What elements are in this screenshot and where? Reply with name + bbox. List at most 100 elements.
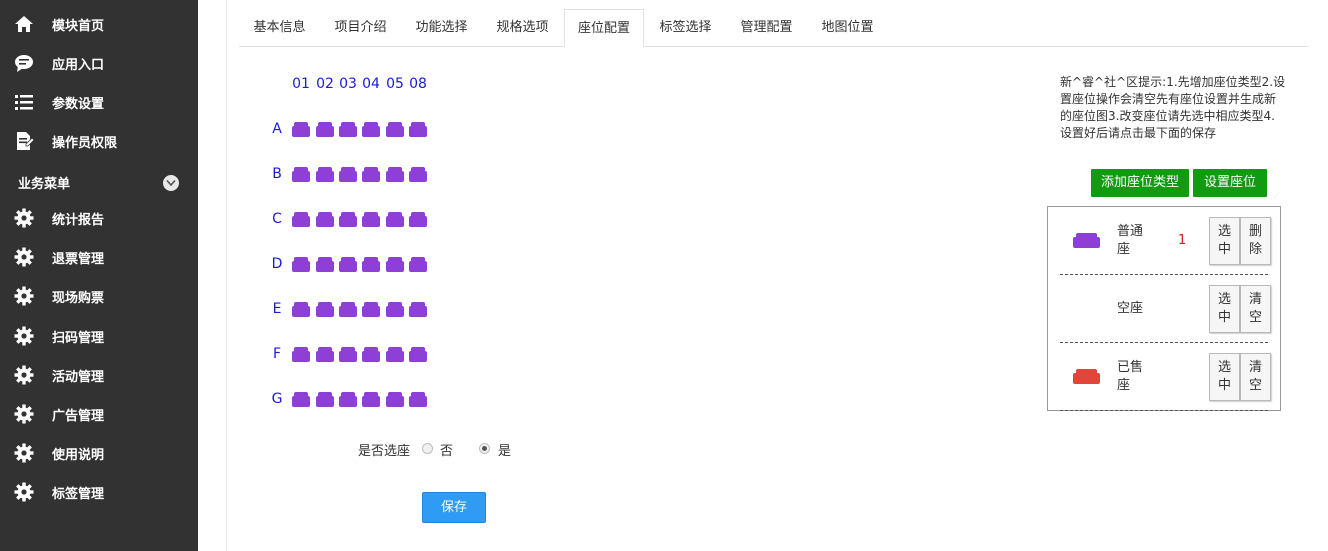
seat-E04[interactable] (362, 302, 380, 317)
radio-yes[interactable] (479, 443, 490, 454)
seat-F02[interactable] (316, 347, 334, 362)
seat-A03[interactable] (339, 122, 357, 137)
sidebar-item-2[interactable]: 退票管理 (0, 237, 198, 276)
tab-tag-select[interactable]: 标签选择 (645, 9, 726, 47)
seat-D02[interactable] (316, 257, 334, 272)
gear-icon (14, 365, 34, 385)
sidebar-item-7[interactable]: 使用说明 (0, 433, 198, 472)
seat-type-name: 已售座 (1117, 360, 1144, 393)
set-seat-button[interactable]: 设置座位 (1193, 169, 1267, 197)
seat-B05[interactable] (386, 167, 404, 182)
select-normal-button[interactable]: 选中 (1209, 217, 1240, 265)
sidebar-item-5[interactable]: 活动管理 (0, 355, 198, 394)
tab-manage-config[interactable]: 管理配置 (726, 9, 807, 47)
tab-function-select[interactable]: 功能选择 (401, 9, 482, 47)
seat-D01[interactable] (292, 257, 310, 272)
sidebar-item-label: 使用说明 (52, 448, 105, 464)
tab-project-intro[interactable]: 项目介绍 (320, 9, 401, 47)
sidebar-item-4[interactable]: 扫码管理 (0, 316, 198, 355)
seat-sold-icon (1073, 369, 1100, 384)
save-button[interactable]: 保存 (422, 492, 486, 523)
seat-type-count: 1 (1178, 233, 1187, 248)
gear-icon (14, 286, 34, 306)
seat-G04[interactable] (362, 392, 380, 407)
seat-F04[interactable] (362, 347, 380, 362)
sidebar-item-operator-perms[interactable]: 操作员权限 (0, 121, 198, 160)
seat-C04[interactable] (362, 212, 380, 227)
add-seat-type-button[interactable]: 添加座位类型 (1091, 169, 1189, 197)
sidebar-item-8[interactable]: 标签管理 (0, 472, 198, 511)
chevron-down-icon[interactable] (163, 175, 179, 191)
sidebar-item-3[interactable]: 现场购票 (0, 276, 198, 315)
radio-no-label: 否 (440, 444, 454, 459)
seat-E02[interactable] (316, 302, 334, 317)
radio-no[interactable] (422, 443, 433, 454)
seat-A01[interactable] (292, 122, 310, 137)
seat-C02[interactable] (316, 212, 334, 227)
seat-A02[interactable] (316, 122, 334, 137)
seat-C03[interactable] (339, 212, 357, 227)
seat-B02[interactable] (316, 167, 334, 182)
select-seat-label: 是否选座 (358, 444, 411, 459)
seat-D05[interactable] (386, 257, 404, 272)
seat-B08[interactable] (409, 167, 427, 182)
seat-B01[interactable] (292, 167, 310, 182)
sidebar-item-label: 现场购票 (52, 291, 105, 307)
sidebar-item-6[interactable]: 广告管理 (0, 394, 198, 433)
seat-C01[interactable] (292, 212, 310, 227)
sidebar-item-1[interactable]: 统计报告 (0, 198, 198, 237)
row-label: G (271, 391, 283, 407)
row-label: E (272, 301, 282, 317)
tab-bar: 基本信息 项目介绍 功能选择 规格选项 座位配置 标签选择 管理配置 地图位置 (239, 9, 1309, 48)
select-sold-button[interactable]: 选中 (1209, 353, 1240, 401)
sidebar-item-label: 广告管理 (52, 409, 105, 424)
seat-B03[interactable] (339, 167, 357, 182)
seat-E05[interactable] (386, 302, 404, 317)
seat-G02[interactable] (316, 392, 334, 407)
sidebar-item-label: 应用入口 (52, 58, 105, 73)
seat-F08[interactable] (409, 347, 427, 362)
seat-C08[interactable] (409, 212, 427, 227)
tab-spec-options[interactable]: 规格选项 (482, 9, 563, 47)
select-empty-button[interactable]: 选中 (1209, 285, 1240, 333)
seat-G03[interactable] (339, 392, 357, 407)
seat-A08[interactable] (409, 122, 427, 137)
sidebar-section-business-menu[interactable]: 业务菜单 (0, 169, 198, 195)
seat-G05[interactable] (386, 392, 404, 407)
seat-type-name: 空座 (1117, 301, 1144, 316)
seat-E08[interactable] (409, 302, 427, 317)
seat-E03[interactable] (339, 302, 357, 317)
seat-B04[interactable] (362, 167, 380, 182)
sidebar-item-params[interactable]: 参数设置 (0, 82, 198, 121)
seat-A04[interactable] (362, 122, 380, 137)
seat-E01[interactable] (292, 302, 310, 317)
seat-D04[interactable] (362, 257, 380, 272)
gear-icon (14, 482, 34, 502)
seat-F03[interactable] (339, 347, 357, 362)
seat-F01[interactable] (292, 347, 310, 362)
seat-D03[interactable] (339, 257, 357, 272)
tab-map-location[interactable]: 地图位置 (807, 9, 888, 47)
seat-types-panel: 普通座 1 选中 删除 空座 选中 清空 已售座 选中 清空 (1047, 206, 1281, 411)
seat-normal-icon (1073, 233, 1100, 248)
sidebar-item-home[interactable]: 模块首页 (0, 4, 198, 43)
tab-seat-config[interactable]: 座位配置 (564, 9, 644, 48)
seat-F05[interactable] (386, 347, 404, 362)
clear-sold-button[interactable]: 清空 (1240, 353, 1271, 401)
gear-icon (14, 404, 34, 424)
list-icon (15, 95, 33, 110)
seat-D08[interactable] (409, 257, 427, 272)
seat-G08[interactable] (409, 392, 427, 407)
seat-A05[interactable] (386, 122, 404, 137)
sidebar-item-app-entry[interactable]: 应用入口 (0, 43, 198, 82)
seat-type-name: 普通座 (1117, 224, 1144, 257)
clear-empty-button[interactable]: 清空 (1240, 285, 1271, 333)
row-label: C (272, 211, 282, 227)
row-label: D (271, 256, 283, 272)
tab-basic-info[interactable]: 基本信息 (239, 9, 320, 47)
row-label: A (272, 121, 282, 137)
seat-C05[interactable] (386, 212, 404, 227)
delete-normal-button[interactable]: 删除 (1240, 217, 1271, 265)
sidebar-item-label: 扫码管理 (52, 330, 105, 346)
seat-G01[interactable] (292, 392, 310, 407)
